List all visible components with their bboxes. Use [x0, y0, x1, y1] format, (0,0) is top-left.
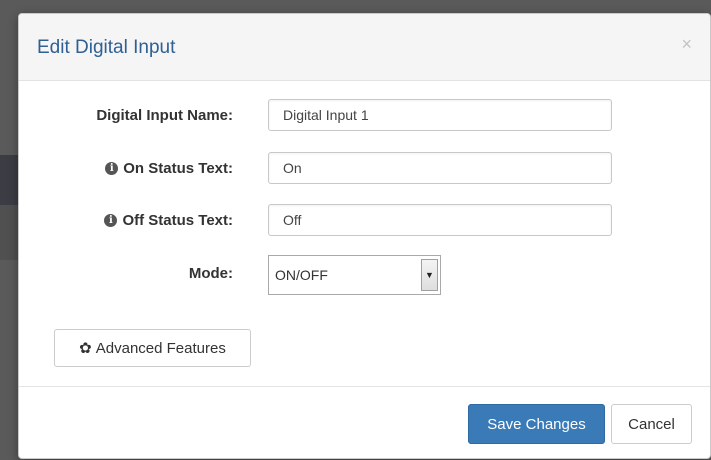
mode-label: Mode:: [189, 265, 233, 282]
info-icon[interactable]: i: [105, 162, 119, 175]
dialog-header: Edit Digital Input ×: [19, 14, 710, 81]
footer-divider: [19, 386, 710, 387]
info-icon[interactable]: i: [104, 214, 118, 227]
off-status-label: i Off Status Text:: [104, 212, 233, 229]
name-label-text: Digital Input Name:: [96, 107, 233, 124]
dialog-title: Edit Digital Input: [37, 37, 176, 58]
off-status-label-text: Off Status Text:: [122, 212, 233, 229]
mode-select[interactable]: ON/OFF ▼: [268, 255, 441, 295]
on-status-label: i On Status Text:: [105, 160, 233, 177]
mode-selected-value: ON/OFF: [275, 267, 328, 283]
close-icon[interactable]: ×: [681, 34, 692, 55]
mode-label-text: Mode:: [188, 265, 233, 282]
name-label: Digital Input Name:: [96, 107, 233, 124]
name-row: Digital Input Name: Digital Input 1: [19, 99, 710, 133]
gear-icon: ✿: [79, 340, 92, 357]
edit-digital-input-dialog: Edit Digital Input × Digital Input Name:…: [18, 13, 711, 459]
chevron-down-icon[interactable]: ▼: [421, 259, 438, 291]
on-status-row: i On Status Text: On: [19, 152, 710, 186]
mode-row: Mode: ON/OFF ▼: [19, 255, 710, 295]
advanced-features-label: Advanced Features: [95, 339, 226, 357]
off-status-text-field[interactable]: Off: [268, 204, 612, 236]
off-status-row: i Off Status Text: Off: [19, 204, 710, 238]
save-changes-button[interactable]: Save Changes: [468, 404, 605, 444]
on-status-text-field[interactable]: On: [268, 152, 612, 184]
digital-input-name-field[interactable]: Digital Input 1: [268, 99, 612, 131]
advanced-features-button[interactable]: ✿ Advanced Features: [54, 329, 251, 367]
on-status-label-text: On Status Text:: [123, 160, 233, 177]
cancel-button[interactable]: Cancel: [611, 404, 692, 444]
